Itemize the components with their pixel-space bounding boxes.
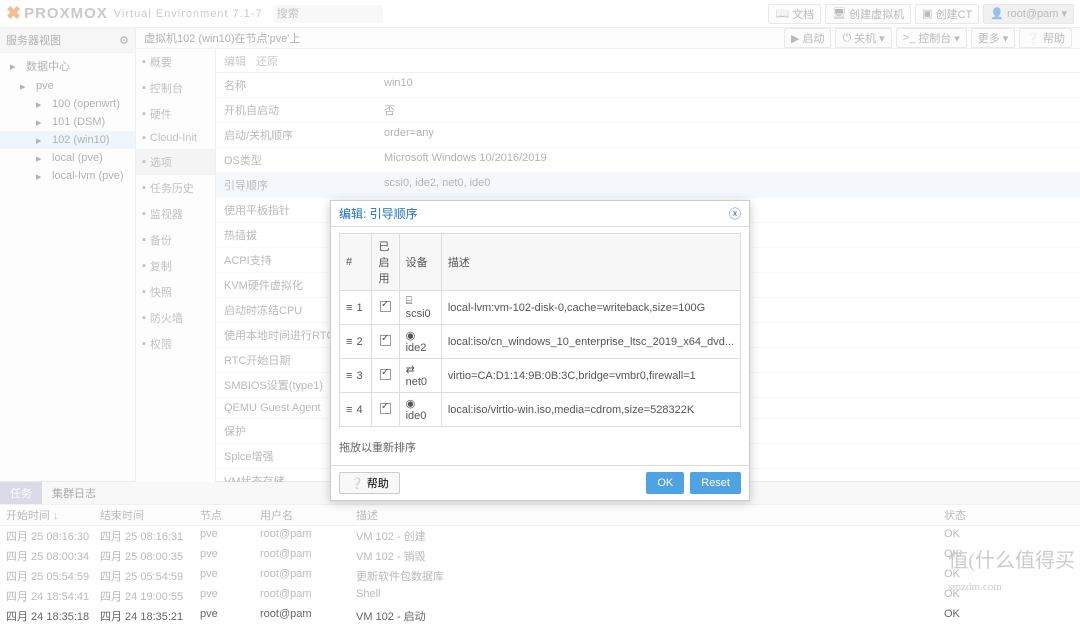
- watermark: 值(什么值得买 smzdm.com: [948, 544, 1075, 596]
- boot-row[interactable]: ≡ 3⇄ net0virtio=CA:D1:14:9B:0B:3C,bridge…: [340, 359, 741, 393]
- boot-order-table: # 已启用 设备 描述 ≡ 1⌸ scsi0local-lvm:vm-102-d…: [339, 233, 741, 427]
- task-row[interactable]: 四月 24 18:35:18四月 24 18:35:21pveroot@pamV…: [0, 606, 1080, 626]
- boot-row[interactable]: ≡ 4◉ ide0local:iso/virtio-win.iso,media=…: [340, 393, 741, 427]
- watermark-main: 值(什么值得买: [948, 550, 1075, 572]
- help-icon: ❔: [350, 478, 367, 490]
- col-desc: 描述: [441, 234, 740, 291]
- col-enabled: 已启用: [372, 234, 399, 291]
- device-icon: ◉: [406, 398, 416, 410]
- device-icon: ⇄: [406, 364, 415, 376]
- drag-hint: 拖放以重新排序: [331, 433, 749, 465]
- modal-help-label: 帮助: [367, 478, 389, 490]
- device-name: net0: [406, 376, 427, 388]
- watermark-sub: smzdm.com: [948, 581, 1001, 593]
- modal-help-button[interactable]: ❔ 帮助: [339, 472, 400, 494]
- close-icon[interactable]: ⓧ: [729, 205, 741, 222]
- device-desc: virtio=CA:D1:14:9B:0B:3C,bridge=vmbr0,fi…: [441, 359, 740, 393]
- drag-handle-icon[interactable]: ≡: [346, 370, 350, 382]
- drag-handle-icon[interactable]: ≡: [346, 336, 350, 348]
- drag-handle-icon[interactable]: ≡: [346, 302, 350, 314]
- modal-backdrop: 编辑: 引导顺序 ⓧ # 已启用 设备 描述 ≡ 1⌸ scsi0local-l…: [0, 0, 1080, 601]
- boot-row[interactable]: ≡ 1⌸ scsi0local-lvm:vm-102-disk-0,cache=…: [340, 291, 741, 325]
- col-num: #: [340, 234, 372, 291]
- device-icon: ⌸: [406, 295, 413, 307]
- enabled-checkbox[interactable]: [380, 335, 391, 346]
- device-name: scsi0: [406, 308, 431, 320]
- device-name: ide0: [406, 410, 427, 422]
- col-device: 设备: [399, 234, 441, 291]
- device-name: ide2: [406, 342, 427, 354]
- device-desc: local:iso/cn_windows_10_enterprise_ltsc_…: [441, 325, 740, 359]
- device-desc: local-lvm:vm-102-disk-0,cache=writeback,…: [441, 291, 740, 325]
- modal-title: 编辑: 引导顺序: [339, 205, 418, 222]
- enabled-checkbox[interactable]: [380, 403, 391, 414]
- enabled-checkbox[interactable]: [380, 369, 391, 380]
- ok-button[interactable]: OK: [646, 472, 684, 494]
- drag-handle-icon[interactable]: ≡: [346, 404, 350, 416]
- reset-button[interactable]: Reset: [690, 472, 741, 494]
- boot-order-modal: 编辑: 引导顺序 ⓧ # 已启用 设备 描述 ≡ 1⌸ scsi0local-l…: [330, 200, 750, 501]
- modal-header[interactable]: 编辑: 引导顺序 ⓧ: [331, 201, 749, 227]
- device-desc: local:iso/virtio-win.iso,media=cdrom,siz…: [441, 393, 740, 427]
- enabled-checkbox[interactable]: [380, 301, 391, 312]
- device-icon: ◉: [406, 330, 416, 342]
- boot-row[interactable]: ≡ 2◉ ide2local:iso/cn_windows_10_enterpr…: [340, 325, 741, 359]
